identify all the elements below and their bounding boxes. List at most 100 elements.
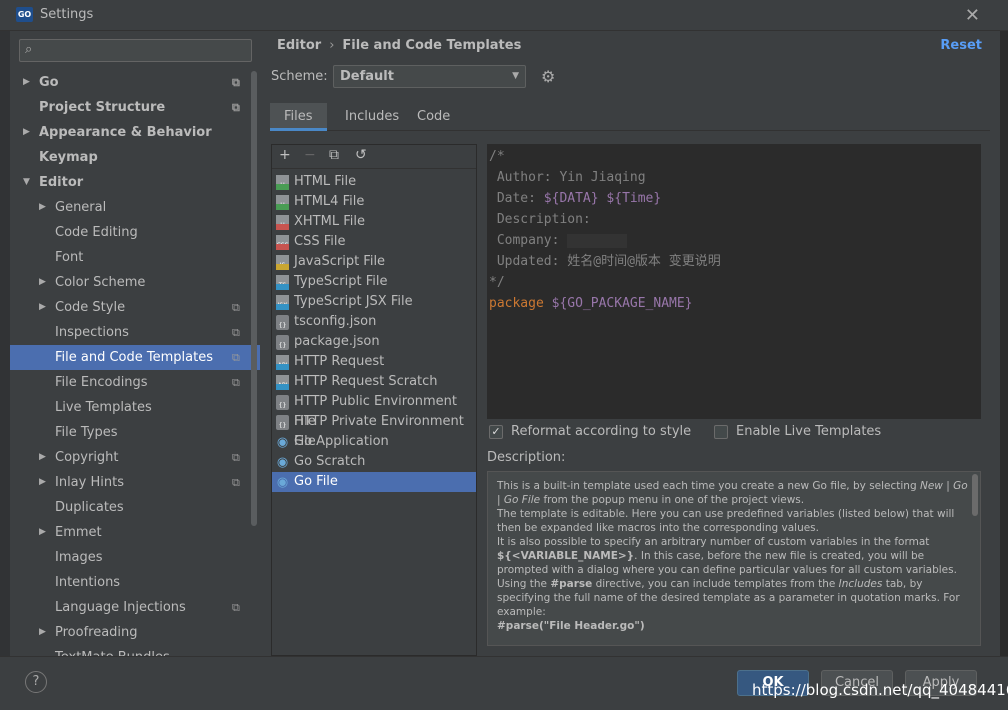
sidebar-item-label: TextMate Bundles [55, 645, 170, 656]
sidebar-item[interactable]: ▶ Inlay Hints ⧉ [10, 470, 260, 495]
template-item-label: Go File [294, 474, 338, 489]
title-bar: GO Settings ✕ [0, 0, 1008, 31]
sidebar-item[interactable]: Code Editing [10, 220, 260, 245]
sidebar-item[interactable]: ▶ Color Scheme [10, 270, 260, 295]
file-type-icon: {} [276, 335, 289, 350]
sidebar-item[interactable]: Language Injections ⧉ [10, 595, 260, 620]
close-icon[interactable]: ✕ [965, 5, 980, 26]
template-item-label: tsconfig.json [294, 314, 377, 329]
tab-code[interactable]: Code [403, 103, 464, 131]
template-item[interactable]: ◉ Go Scratch [272, 452, 476, 472]
sidebar-item-label: File Types [55, 425, 118, 440]
desc-text: from the popup menu in one of the projec… [540, 494, 805, 506]
expand-right-icon[interactable]: ▶ [39, 445, 46, 470]
reset-link[interactable]: Reset [940, 38, 982, 53]
sidebar-item[interactable]: ▶ Copyright ⧉ [10, 445, 260, 470]
sidebar-item[interactable]: Font [10, 245, 260, 270]
sidebar-item[interactable]: File Types [10, 420, 260, 445]
sidebar-item[interactable]: ▶ Emmet [10, 520, 260, 545]
desc-text: It is also possible to specify an arbitr… [497, 536, 930, 548]
copy-icon[interactable]: ⧉ [329, 147, 339, 163]
expand-down-icon[interactable]: ▼ [23, 170, 30, 195]
reset-icon[interactable]: ↺ [355, 147, 367, 163]
sidebar-item-label: General [55, 200, 107, 215]
template-item[interactable]: H HTML4 File [272, 192, 476, 212]
sidebar-item-label: Live Templates [55, 400, 152, 415]
sidebar-item-label: Inlay Hints [55, 475, 124, 490]
sidebar-item[interactable]: ▶ General [10, 195, 260, 220]
sidebar-item[interactable]: ▶ Appearance & Behavior [10, 120, 260, 145]
expand-right-icon[interactable]: ▶ [39, 520, 46, 545]
template-item[interactable]: CSS CSS File [272, 232, 476, 252]
code-token: ${Time} [606, 191, 662, 206]
redacted-text [567, 233, 628, 248]
help-icon[interactable]: ? [25, 671, 47, 693]
desc-text: This is a built-in template used each ti… [497, 480, 917, 492]
template-item[interactable]: {} package.json [272, 332, 476, 352]
code-token: ${GO_PACKAGE_NAME} [551, 296, 693, 311]
template-item[interactable]: API HTTP Request [272, 352, 476, 372]
sidebar-item[interactable]: File Encodings ⧉ [10, 370, 260, 395]
checkbox-check-icon[interactable]: ✓ [489, 425, 503, 439]
expand-right-icon[interactable]: ▶ [39, 470, 46, 495]
template-item[interactable]: {} HTTP Private Environment File [272, 412, 476, 449]
sidebar-item[interactable]: ▶ Code Style ⧉ [10, 295, 260, 320]
description-scrollbar[interactable] [972, 474, 978, 516]
sidebar-item[interactable]: File and Code Templates ⧉ [10, 345, 260, 370]
desc-text: Using the [497, 578, 551, 590]
template-item-label: XHTML File [294, 214, 365, 229]
file-type-icon: ◉ [276, 455, 289, 470]
sidebar-item[interactable]: Duplicates [10, 495, 260, 520]
expand-right-icon[interactable]: ▶ [39, 295, 46, 320]
template-item[interactable]: TS TypeScript File [272, 272, 476, 292]
template-item-label: JavaScript File [294, 254, 386, 269]
checkbox-empty[interactable] [714, 425, 728, 439]
file-type-icon: JSX [276, 295, 289, 310]
template-item[interactable]: {} tsconfig.json [272, 312, 476, 332]
expand-right-icon[interactable]: ▶ [23, 70, 30, 95]
file-type-icon: H [276, 195, 289, 210]
sidebar-item[interactable]: Images [10, 545, 260, 570]
live-templates-label: Enable Live Templates [736, 424, 882, 439]
reformat-label: Reformat according to style [511, 424, 692, 439]
template-item[interactable]: ◉ Go File [272, 472, 476, 492]
template-item[interactable]: ◉ Go Application [272, 432, 476, 452]
sidebar-item[interactable]: Intentions [10, 570, 260, 595]
sidebar-item[interactable]: Keymap [10, 145, 260, 170]
sidebar-item[interactable]: Live Templates [10, 395, 260, 420]
expand-right-icon[interactable]: ▶ [23, 120, 30, 145]
gear-icon[interactable]: ⚙ [541, 67, 555, 86]
remove-icon[interactable]: − [304, 147, 316, 163]
tab-files[interactable]: Files [270, 103, 327, 131]
project-scope-icon: ⧉ [232, 301, 240, 314]
expand-right-icon[interactable]: ▶ [39, 270, 46, 295]
template-tabs: Files Includes Code [270, 103, 990, 131]
desc-code: #parse [550, 578, 593, 590]
sidebar-item[interactable]: TextMate Bundles [10, 645, 260, 656]
scheme-value: Default [340, 69, 394, 84]
breadcrumb-editor[interactable]: Editor [277, 38, 321, 53]
template-item[interactable]: H HTML File [272, 172, 476, 192]
template-item[interactable]: {} HTTP Public Environment File [272, 392, 476, 429]
sidebar-item-label: Appearance & Behavior [39, 125, 212, 140]
sidebar-item[interactable]: ▶ Go ⧉ [10, 70, 260, 95]
sidebar-item-label: Inspections [55, 325, 129, 340]
expand-right-icon[interactable]: ▶ [39, 195, 46, 220]
sidebar-item[interactable]: Project Structure ⧉ [10, 95, 260, 120]
template-editor[interactable]: /* Author: Yin Jiaqing Date: ${DATA} ${T… [487, 144, 981, 419]
template-item[interactable]: H XHTML File [272, 212, 476, 232]
sidebar-scrollbar[interactable] [251, 71, 257, 526]
scheme-dropdown[interactable]: Default ▼ [333, 65, 526, 88]
template-item-label: package.json [294, 334, 380, 349]
tab-includes[interactable]: Includes [331, 103, 413, 131]
template-item[interactable]: API HTTP Request Scratch [272, 372, 476, 392]
sidebar-item[interactable]: ▶ Proofreading [10, 620, 260, 645]
add-icon[interactable]: + [279, 147, 291, 163]
sidebar-item[interactable]: Inspections ⧉ [10, 320, 260, 345]
search-input[interactable]: ⌕ [19, 39, 252, 62]
template-item[interactable]: JS JavaScript File [272, 252, 476, 272]
expand-right-icon[interactable]: ▶ [39, 620, 46, 645]
search-icon: ⌕ [25, 42, 33, 57]
template-item[interactable]: JSX TypeScript JSX File [272, 292, 476, 312]
sidebar-item[interactable]: ▼ Editor [10, 170, 260, 195]
